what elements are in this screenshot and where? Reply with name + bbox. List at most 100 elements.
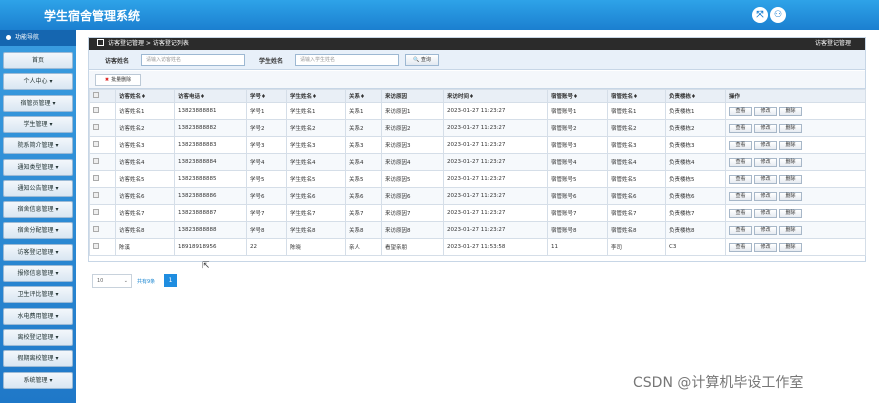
delete-button[interactable]: 删除 <box>779 123 802 133</box>
sidebar-item[interactable]: 访客登记管理 ▾ <box>3 243 73 261</box>
sidebar-item[interactable]: 报修信息管理 ▾ <box>3 265 73 282</box>
column-header[interactable]: 负责楼栋♦ <box>665 89 726 103</box>
edit-button[interactable]: 修改 <box>754 174 777 184</box>
row-checkbox[interactable] <box>93 124 99 130</box>
table-cell: 来访原因8 <box>381 221 444 239</box>
app-title: 学生宿舍管理系统 <box>44 9 141 23</box>
edit-button[interactable]: 修改 <box>754 157 777 167</box>
sidebar-item[interactable]: 通知类型管理 ▾ <box>3 158 73 176</box>
delete-button[interactable]: 删除 <box>779 174 802 184</box>
column-header[interactable]: 关系♦ <box>345 89 382 103</box>
search-bar: 访客姓名 请输入访客姓名 学生姓名 请输入学生姓名 🔍 查询 <box>89 50 865 70</box>
chevron-down-icon: ⌄ <box>123 278 128 284</box>
column-header[interactable]: 学生姓名♦ <box>286 89 346 103</box>
column-header[interactable]: 宿管姓名♦ <box>607 89 666 103</box>
actions-cell: 查看 修改 删除 <box>725 221 866 239</box>
view-button[interactable]: 查看 <box>729 174 752 184</box>
sidebar-item[interactable]: 首页 <box>3 52 73 69</box>
column-header[interactable]: 来访时间♦ <box>443 89 548 103</box>
edit-button[interactable]: 修改 <box>754 242 777 252</box>
view-button[interactable]: 查看 <box>729 242 752 252</box>
column-header[interactable]: 宿管账号♦ <box>547 89 608 103</box>
delete-button[interactable]: 删除 <box>779 106 802 116</box>
column-header[interactable]: 学号♦ <box>246 89 287 103</box>
select-all-checkbox[interactable] <box>93 92 99 98</box>
sidebar-item[interactable]: 卫生评比管理 ▾ <box>3 286 73 304</box>
sidebar-item[interactable]: 假期离校管理 ▾ <box>3 350 73 368</box>
user-icon[interactable]: ⚇ <box>770 7 786 23</box>
row-checkbox[interactable] <box>93 158 99 164</box>
edit-button[interactable]: 修改 <box>754 208 777 218</box>
row-select-cell <box>89 153 116 171</box>
row-checkbox[interactable] <box>93 209 99 215</box>
row-checkbox[interactable] <box>93 107 99 113</box>
sidebar-item[interactable]: 学生管理 ▾ <box>3 115 73 133</box>
query-button[interactable]: 🔍 查询 <box>405 54 439 66</box>
row-checkbox[interactable] <box>93 226 99 232</box>
edit-button[interactable]: 修改 <box>754 123 777 133</box>
view-button[interactable]: 查看 <box>729 106 752 116</box>
sidebar-header: 功能导航 <box>0 30 76 46</box>
sidebar-item[interactable]: 个人中心 ▾ <box>3 73 73 91</box>
delete-button[interactable]: 删除 <box>779 242 802 252</box>
row-checkbox[interactable] <box>93 192 99 198</box>
sidebar-item[interactable]: 宿管员管理 ▾ <box>3 94 73 112</box>
table-cell: 负责楼栋5 <box>665 170 726 188</box>
home-icon[interactable] <box>97 39 104 46</box>
table-cell: 负责楼栋3 <box>665 136 726 154</box>
view-button[interactable]: 查看 <box>729 225 752 235</box>
sidebar-item[interactable]: 水电费用管理 ▾ <box>3 307 73 325</box>
delete-button[interactable]: 删除 <box>779 157 802 167</box>
delete-button[interactable]: 删除 <box>779 140 802 150</box>
sidebar-item[interactable]: 院系简介管理 ▾ <box>3 137 73 155</box>
expand-icon[interactable]: ⤧ <box>752 7 768 23</box>
table-cell: 2023-01-27 11:23:27 <box>443 119 548 137</box>
table-row: 访客姓名2 13823888882 学号2 学生姓名2 关系2 来访原因2 2023-01-… <box>89 119 866 137</box>
table-cell: 2023-01-27 11:53:58 <box>443 238 548 256</box>
row-checkbox[interactable] <box>93 141 99 147</box>
column-header[interactable]: 访客电话♦ <box>174 89 247 103</box>
delete-button[interactable]: 删除 <box>779 191 802 201</box>
table-cell: 陈溪 <box>115 238 175 256</box>
page-number-button[interactable]: 1 <box>164 274 177 287</box>
view-button[interactable]: 查看 <box>729 191 752 201</box>
column-header[interactable]: 访客姓名♦ <box>115 89 175 103</box>
view-button[interactable]: 查看 <box>729 140 752 150</box>
sidebar-item[interactable]: 宿舍分配管理 ▾ <box>3 222 73 240</box>
select-all-header[interactable] <box>89 89 116 103</box>
column-header[interactable]: 来访原因 <box>381 89 444 103</box>
row-checkbox[interactable] <box>93 243 99 249</box>
row-checkbox[interactable] <box>93 175 99 181</box>
visitor-name-input[interactable]: 请输入访客姓名 <box>141 54 245 66</box>
table-row: 访客姓名1 13823888881 学号1 学生姓名1 关系1 来访原因1 2023-01-… <box>89 102 866 120</box>
edit-button[interactable]: 修改 <box>754 191 777 201</box>
delete-button[interactable]: 删除 <box>779 208 802 218</box>
sidebar-item[interactable]: 离校登记管理 ▾ <box>3 328 73 346</box>
edit-button[interactable]: 修改 <box>754 225 777 235</box>
view-button[interactable]: 查看 <box>729 123 752 133</box>
sidebar-item[interactable]: 宿舍信息管理 ▾ <box>3 201 73 219</box>
table-cell: 宿管姓名8 <box>607 221 666 239</box>
table-cell: 宿管姓名3 <box>607 136 666 154</box>
page-size-select[interactable]: 10 ⌄ <box>92 274 132 288</box>
sidebar-item[interactable]: 系统管理 ▾ <box>3 371 73 389</box>
batch-delete-label: 批量删除 <box>111 77 132 83</box>
edit-button[interactable]: 修改 <box>754 106 777 116</box>
edit-button[interactable]: 修改 <box>754 140 777 150</box>
column-header[interactable]: 操作 <box>725 89 866 103</box>
table-cell: 学号5 <box>246 170 287 188</box>
batch-delete-button[interactable]: ✖ 批量删除 <box>95 74 141 86</box>
sidebar-item[interactable]: 通知公告管理 ▾ <box>3 179 73 197</box>
table-cell: 关系4 <box>345 153 382 171</box>
student-name-input[interactable]: 请输入学生姓名 <box>295 54 399 66</box>
table-cell: 访客姓名7 <box>115 204 175 222</box>
view-button[interactable]: 查看 <box>729 208 752 218</box>
table-cell: 负责楼栋2 <box>665 119 726 137</box>
visitor-table: 访客姓名♦ 访客电话♦ 学号♦ 学生姓名♦ 关系♦ 来访原因 来访时间♦ 宿管账号♦ 宿管姓名♦… <box>89 89 866 256</box>
table-cell: 来访原因3 <box>381 136 444 154</box>
view-button[interactable]: 查看 <box>729 157 752 167</box>
delete-button[interactable]: 删除 <box>779 225 802 235</box>
table-cell: 13823888882 <box>174 119 247 137</box>
table-cell: 宿管姓名7 <box>607 204 666 222</box>
table-cell: 2023-01-27 11:23:27 <box>443 153 548 171</box>
